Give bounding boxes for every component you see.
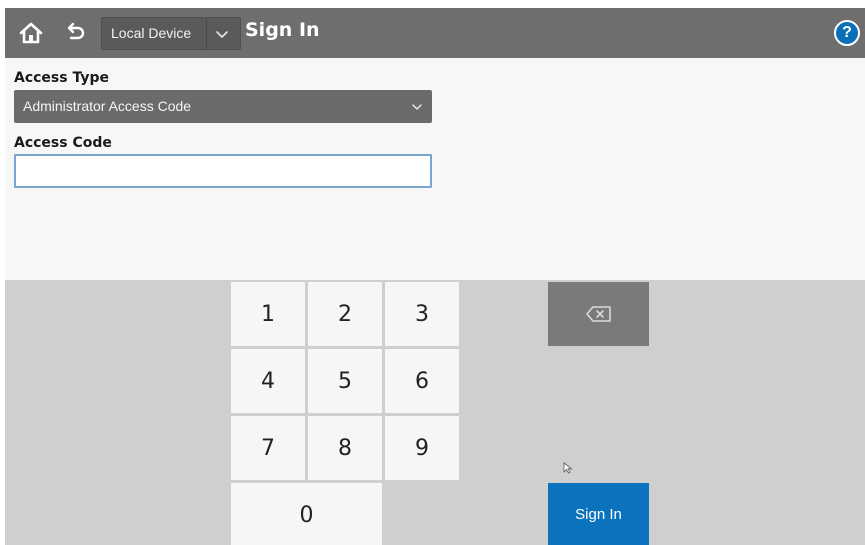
chevron-down-icon	[216, 31, 228, 38]
back-arrow-icon	[67, 22, 85, 40]
backspace-icon	[585, 306, 611, 322]
key-7[interactable]: 7	[231, 416, 305, 480]
key-8[interactable]: 8	[308, 416, 382, 480]
key-2[interactable]: 2	[308, 282, 382, 346]
mouse-cursor-icon	[563, 462, 573, 474]
key-6[interactable]: 6	[385, 349, 459, 413]
top-bar: Local Device Sign In ?	[5, 8, 865, 58]
device-select-divider	[206, 18, 207, 49]
key-5[interactable]: 5	[308, 349, 382, 413]
sign-in-button[interactable]: Sign In	[548, 483, 649, 545]
access-code-input[interactable]	[14, 154, 432, 188]
key-0[interactable]: 0	[231, 483, 382, 545]
back-button[interactable]	[61, 19, 89, 47]
backspace-button[interactable]	[548, 282, 649, 346]
device-select[interactable]: Local Device	[101, 17, 241, 50]
key-3[interactable]: 3	[385, 282, 459, 346]
key-4[interactable]: 4	[231, 349, 305, 413]
access-type-value: Administrator Access Code	[23, 98, 192, 114]
numeric-keypad: 1 2 3 4 5 6 7 8 9 0 Sign In	[5, 280, 865, 545]
page-title: Sign In	[245, 19, 320, 41]
access-code-label: Access Code	[14, 135, 112, 151]
sign-in-screen: Local Device Sign In ? Access Type Admin…	[5, 8, 865, 545]
key-1[interactable]: 1	[231, 282, 305, 346]
chevron-down-icon	[412, 104, 422, 110]
home-icon	[19, 22, 43, 44]
access-type-label: Access Type	[14, 70, 109, 86]
help-button[interactable]: ?	[834, 20, 860, 46]
access-type-select[interactable]: Administrator Access Code	[14, 90, 432, 123]
device-select-value: Local Device	[111, 25, 192, 41]
home-button[interactable]	[17, 19, 45, 47]
key-9[interactable]: 9	[385, 416, 459, 480]
